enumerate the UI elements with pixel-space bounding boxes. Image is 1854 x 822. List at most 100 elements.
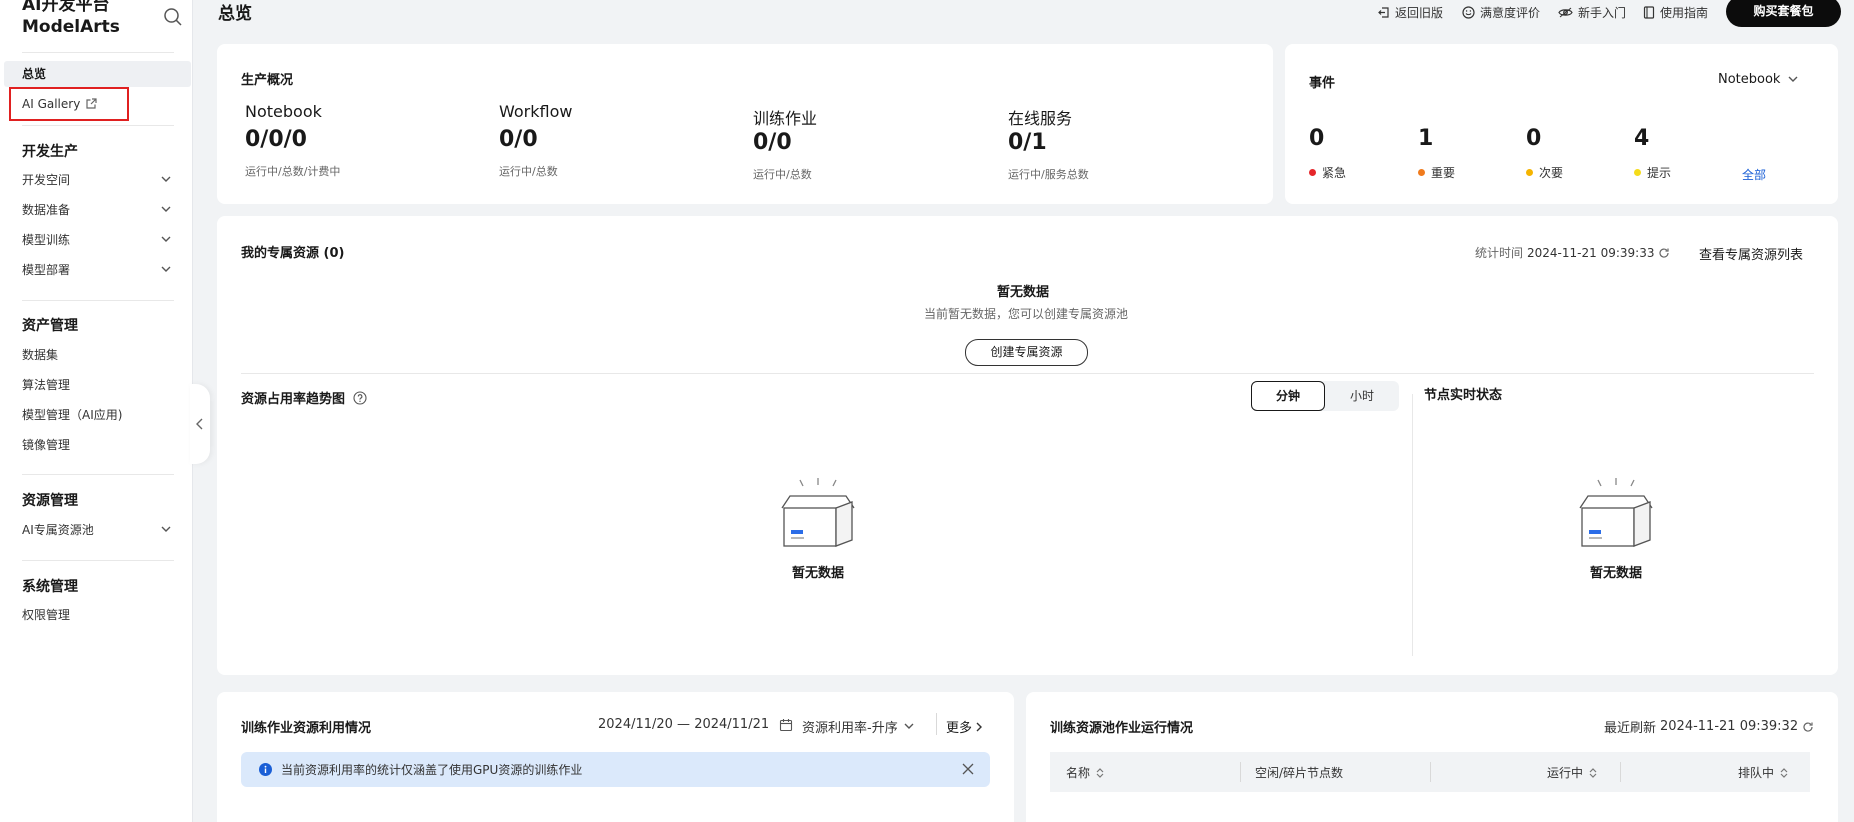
label: 模型部署 bbox=[22, 263, 71, 277]
chevron-down-icon bbox=[161, 176, 171, 182]
eye-icon bbox=[1558, 7, 1573, 17]
chevron-right-icon bbox=[976, 722, 983, 731]
divider bbox=[22, 52, 174, 53]
sort-icon bbox=[1780, 767, 1788, 778]
column-header-running[interactable]: 运行中 bbox=[1547, 764, 1598, 781]
refresh-icon[interactable] bbox=[1658, 247, 1670, 259]
back-icon bbox=[1378, 6, 1389, 18]
buy-package-button[interactable]: 购买套餐包 bbox=[1726, 0, 1841, 27]
column-label: 空闲/碎片节点数 bbox=[1255, 766, 1344, 780]
stat-service-label[interactable]: 在线服务 bbox=[1008, 105, 1072, 129]
sidebar: AI开发平台 ModelArts 总览 AI Gallery 开发生产 开发空间… bbox=[0, 0, 193, 822]
view-resource-list-link[interactable]: 查看专属资源列表 bbox=[1699, 244, 1803, 263]
stat-workflow-sub: 运行中/总数 bbox=[499, 165, 558, 178]
time-granularity-toggle: 分钟 小时 bbox=[1251, 381, 1399, 411]
divider bbox=[22, 300, 174, 301]
stat-workflow-label[interactable]: Workflow bbox=[499, 102, 572, 121]
divider bbox=[1620, 762, 1621, 782]
node-status-title: 节点实时状态 bbox=[1424, 388, 1503, 403]
stat-training-label[interactable]: 训练作业 bbox=[753, 105, 817, 129]
stat-notebook-label[interactable]: Notebook bbox=[245, 102, 322, 121]
create-resource-button[interactable]: 创建专属资源 bbox=[965, 339, 1088, 366]
label: 次要 bbox=[1539, 166, 1564, 180]
label: 数据准备 bbox=[22, 203, 71, 217]
sidebar-item-perm[interactable]: 权限管理 bbox=[4, 602, 191, 628]
events-card: 事件 Notebook 0 紧急 1 重要 0 次要 4 提示 全部 bbox=[1285, 44, 1838, 204]
sidebar-item-data-prep[interactable]: 数据准备 bbox=[4, 197, 191, 223]
sort-select[interactable]: 资源利用率-升序 bbox=[802, 717, 914, 736]
feedback-link[interactable]: 满意度评价 bbox=[1462, 3, 1540, 21]
notice-text: 当前资源利用率的统计仅涵盖了使用GPU资源的训练作业 bbox=[281, 763, 583, 777]
event-type-select[interactable]: Notebook bbox=[1718, 72, 1798, 87]
help-icon[interactable] bbox=[353, 390, 367, 405]
stat-training-value: 0/0 bbox=[753, 130, 792, 155]
sort-value: 资源利用率-升序 bbox=[802, 721, 898, 736]
newbie-link[interactable]: 新手入门 bbox=[1558, 3, 1626, 21]
brand-line-2: ModelArts bbox=[22, 17, 120, 37]
label: AI专属资源池 bbox=[22, 523, 94, 537]
sidebar-item-dev-space[interactable]: 开发空间 bbox=[4, 167, 191, 193]
seg-minute[interactable]: 分钟 bbox=[1251, 381, 1325, 411]
trend-title: 资源占用率趋势图 bbox=[241, 388, 367, 407]
sidebar-item-model-mgmt[interactable]: 模型管理（AI应用) bbox=[4, 402, 191, 428]
empty-box-icon bbox=[1579, 478, 1653, 547]
event-label-urgent: 紧急 bbox=[1309, 164, 1346, 181]
event-count-major[interactable]: 1 bbox=[1418, 126, 1433, 151]
divider bbox=[22, 560, 174, 561]
sidebar-item-image-mgmt[interactable]: 镜像管理 bbox=[4, 432, 191, 458]
smile-icon bbox=[1462, 5, 1475, 19]
close-icon[interactable] bbox=[962, 763, 974, 775]
more-link[interactable]: 更多 bbox=[946, 717, 983, 736]
refresh-icon[interactable] bbox=[1802, 721, 1814, 733]
column-header-name[interactable]: 名称 bbox=[1066, 764, 1105, 781]
empty-desc: 当前暂无数据，您可以创建专属资源池 bbox=[924, 307, 1129, 321]
divider bbox=[1412, 394, 1413, 656]
events-all-link[interactable]: 全部 bbox=[1742, 166, 1766, 183]
sidebar-item-ai-gallery[interactable]: AI Gallery bbox=[22, 94, 98, 114]
back-old-version-link[interactable]: 返回旧版 bbox=[1377, 3, 1443, 21]
sidebar-item-ai-pool[interactable]: AI专属资源池 bbox=[4, 517, 191, 543]
column-header-idle-nodes: 空闲/碎片节点数 bbox=[1255, 764, 1343, 781]
stat-service-sub: 运行中/服务总数 bbox=[1008, 168, 1089, 181]
sidebar-item-model-train[interactable]: 模型训练 bbox=[4, 227, 191, 253]
status-dot bbox=[1418, 169, 1425, 176]
sidebar-item-algo[interactable]: 算法管理 bbox=[4, 372, 191, 398]
column-header-queued[interactable]: 排队中 bbox=[1738, 764, 1789, 781]
link-label: 返回旧版 bbox=[1395, 5, 1444, 20]
stat-notebook-value: 0/0/0 bbox=[245, 127, 307, 152]
date-range-picker[interactable]: 2024/11/20 — 2024/11/21 bbox=[598, 717, 793, 732]
sidebar-item-dataset[interactable]: 数据集 bbox=[4, 342, 191, 368]
refresh-value: 2024-11-21 09:39:32 bbox=[1660, 719, 1799, 734]
stat-notebook-sub: 运行中/总数/计费中 bbox=[245, 165, 341, 178]
sidebar-item-model-deploy[interactable]: 模型部署 bbox=[4, 257, 191, 283]
seg-hour[interactable]: 小时 bbox=[1325, 381, 1399, 411]
event-count-hint[interactable]: 4 bbox=[1634, 126, 1649, 151]
chevron-down-icon bbox=[904, 723, 914, 729]
sidebar-collapse-toggle[interactable] bbox=[190, 384, 210, 464]
empty-title: 暂无数据 bbox=[997, 285, 1050, 300]
card-title: 事件 bbox=[1309, 76, 1336, 91]
stat-service-value: 0/1 bbox=[1008, 130, 1047, 155]
chevron-down-icon bbox=[161, 266, 171, 272]
divider bbox=[1240, 762, 1241, 782]
link-label: 使用指南 bbox=[1660, 5, 1709, 20]
chevron-down-icon bbox=[161, 206, 171, 212]
guide-link[interactable]: 使用指南 bbox=[1643, 3, 1708, 21]
chevron-down-icon bbox=[1788, 76, 1798, 82]
stat-time-label: 统计时间 bbox=[1475, 246, 1524, 260]
divider bbox=[1430, 762, 1431, 782]
stat-workflow-value: 0/0 bbox=[499, 127, 538, 152]
book-icon bbox=[1643, 5, 1655, 19]
stat-time: 统计时间 2024-11-21 09:39:33 bbox=[1475, 244, 1670, 261]
event-count-urgent[interactable]: 0 bbox=[1309, 126, 1324, 151]
trend-empty-text: 暂无数据 bbox=[792, 566, 845, 581]
stat-training-sub: 运行中/总数 bbox=[753, 168, 812, 181]
sidebar-item-overview[interactable]: 总览 bbox=[4, 61, 191, 87]
label: 开发空间 bbox=[22, 173, 71, 187]
column-label: 运行中 bbox=[1547, 766, 1584, 780]
select-value: Notebook bbox=[1718, 72, 1781, 87]
search-icon[interactable] bbox=[162, 6, 184, 28]
node-empty-text: 暂无数据 bbox=[1590, 566, 1643, 581]
event-count-minor[interactable]: 0 bbox=[1526, 126, 1541, 151]
status-dot bbox=[1309, 169, 1316, 176]
